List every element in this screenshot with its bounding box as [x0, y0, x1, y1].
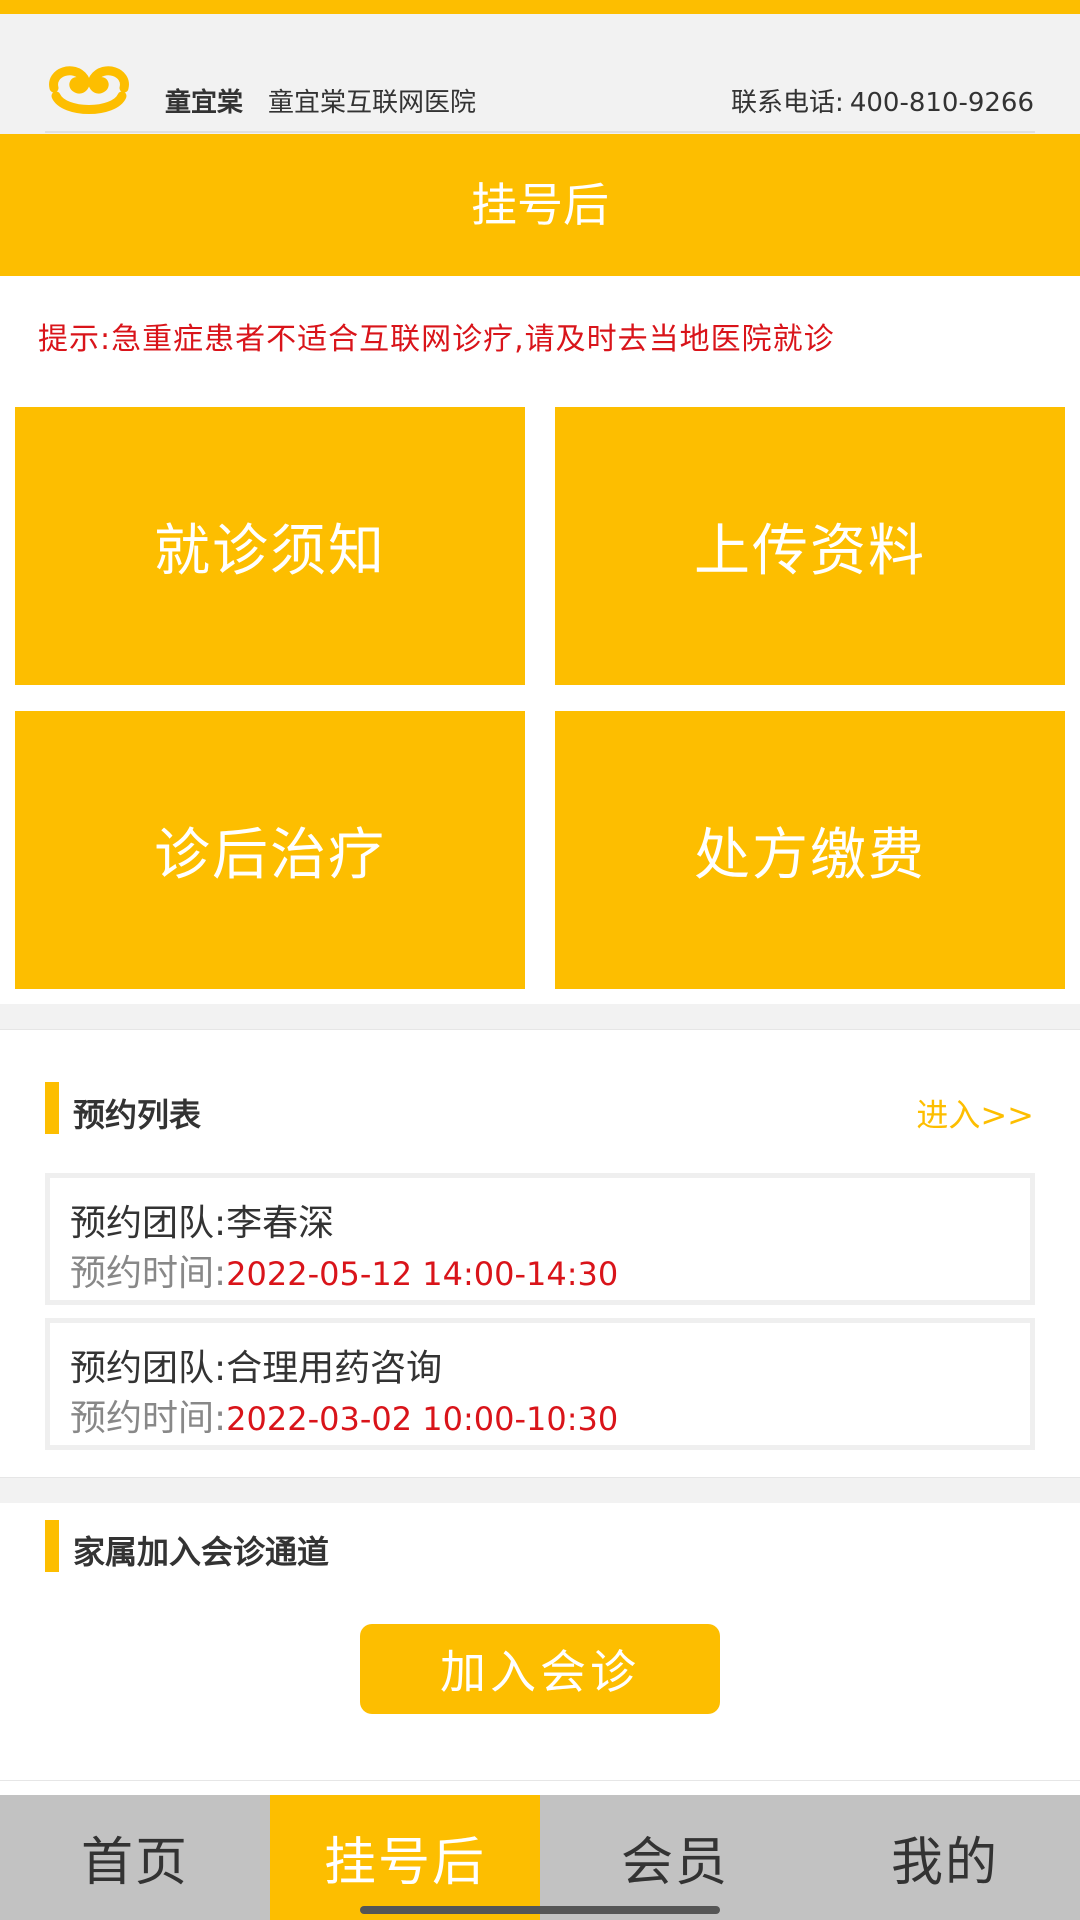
tab-after-registration[interactable]: 挂号后 — [270, 1795, 540, 1920]
tile-upload-materials[interactable]: 上传资料 — [555, 407, 1065, 685]
tile-post-treatment[interactable]: 诊后治疗 — [15, 711, 525, 989]
enter-link[interactable]: 进入>> — [916, 1090, 1034, 1136]
tabbar-divider — [0, 1780, 1080, 1781]
phone-label: 联系电话: — [731, 88, 844, 118]
appointment-team: 预约团队:合理用药咨询 — [70, 1339, 442, 1391]
header-divider — [45, 131, 1035, 133]
tab-home[interactable]: 首页 — [0, 1795, 270, 1920]
section-separator — [0, 1477, 1080, 1503]
section-marker — [45, 1520, 59, 1572]
home-indicator[interactable] — [360, 1906, 720, 1914]
tab-membership[interactable]: 会员 — [540, 1795, 810, 1920]
section-separator — [0, 1004, 1080, 1030]
time-label: 预约时间: — [70, 1253, 227, 1294]
top-accent-strip — [0, 0, 1080, 14]
tab-mine[interactable]: 我的 — [810, 1795, 1080, 1920]
team-name: 合理用药咨询 — [226, 1348, 443, 1389]
appointment-time: 预约时间:2022-05-12 14:00-14:30 — [70, 1244, 618, 1296]
appointment-card[interactable]: 预约团队:合理用药咨询 预约时间:2022-03-02 10:00-10:30 — [45, 1318, 1035, 1450]
team-label: 预约团队: — [70, 1348, 227, 1389]
team-label: 预约团队: — [70, 1203, 227, 1244]
bottom-tabbar: 首页 挂号后 会员 我的 — [0, 1795, 1080, 1920]
phone-number[interactable]: 400-810-9266 — [850, 88, 1034, 118]
section-marker — [45, 1082, 59, 1134]
tile-prescription-payment[interactable]: 处方缴费 — [555, 711, 1065, 989]
tile-visit-notice[interactable]: 就诊须知 — [15, 407, 525, 685]
time-label: 预约时间: — [70, 1398, 227, 1439]
brand-name: 童宜棠 — [165, 88, 244, 118]
team-name: 李春深 — [226, 1203, 335, 1244]
hospital-name: 童宜棠互联网医院 — [268, 88, 477, 118]
appointment-card[interactable]: 预约团队:李春深 预约时间:2022-05-12 14:00-14:30 — [45, 1173, 1035, 1305]
contact-phone[interactable]: 联系电话: 400-810-9266 — [731, 82, 1034, 119]
appointment-time: 预约时间:2022-03-02 10:00-10:30 — [70, 1389, 618, 1441]
time-value: 2022-03-02 10:00-10:30 — [226, 1400, 619, 1438]
appointment-list-title: 预约列表 — [73, 1096, 202, 1134]
family-consult-title: 家属加入会诊通道 — [73, 1533, 330, 1571]
warning-tip: 提示:急重症患者不适合互联网诊疗,请及时去当地医院就诊 — [38, 322, 835, 357]
page-title: 挂号后 — [471, 178, 609, 232]
page-title-bar: 挂号后 — [0, 134, 1080, 276]
logo-icon — [49, 66, 129, 114]
join-consultation-button[interactable]: 加入会诊 — [360, 1624, 720, 1714]
time-value: 2022-05-12 14:00-14:30 — [226, 1255, 619, 1293]
appointment-team: 预约团队:李春深 — [70, 1194, 334, 1246]
